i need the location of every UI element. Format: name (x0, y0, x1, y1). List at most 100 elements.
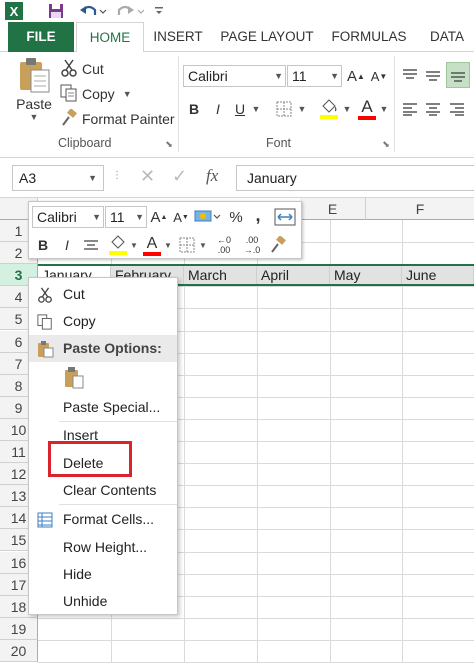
shrink-font-icon[interactable]: A ▼ (369, 65, 389, 87)
tab-formulas[interactable]: FORMULAS (326, 22, 412, 52)
cut-button[interactable]: Cut (60, 58, 104, 80)
paste-button[interactable]: Paste ▼ (14, 56, 54, 130)
copy-button[interactable]: Copy ▼ (60, 83, 132, 105)
cell[interactable]: May (330, 266, 402, 285)
underline-button[interactable]: U (230, 98, 250, 120)
chevron-down-icon[interactable]: ▼ (129, 234, 139, 256)
mini-borders-icon[interactable] (177, 234, 197, 256)
align-center-icon[interactable] (80, 234, 102, 256)
format-painter-button[interactable]: Format Painter (60, 107, 175, 130)
increase-decimal-button[interactable]: ←0.00 (211, 233, 237, 257)
align-middle-icon[interactable] (423, 64, 443, 86)
tab-page-layout[interactable]: PAGE LAYOUT (218, 22, 316, 52)
percent-style-button[interactable]: % (227, 206, 245, 228)
format-cells-icon (35, 510, 55, 530)
scissors-icon (35, 285, 55, 305)
mini-font-name-select[interactable]: Calibri ▼ (32, 206, 104, 228)
customize-qat-icon[interactable] (152, 2, 166, 20)
menu-item-cut[interactable]: Cut (29, 281, 177, 308)
grow-font-icon[interactable]: A ▲ (346, 65, 366, 87)
cell[interactable]: June (402, 266, 474, 285)
column-header-e[interactable]: E (300, 198, 366, 220)
chevron-down-icon[interactable]: ▼ (341, 98, 353, 120)
mini-font-color-icon[interactable]: A (141, 232, 163, 258)
mini-italic-button[interactable]: I (58, 234, 76, 256)
gridline (184, 220, 185, 662)
copy-label: Copy (82, 86, 115, 102)
menu-item-clear-contents[interactable]: Clear Contents (29, 477, 177, 504)
row-header[interactable]: 20 (0, 639, 38, 662)
align-bottom-icon[interactable] (446, 62, 470, 88)
resize-handle-icon[interactable]: ⋮ (112, 170, 122, 181)
formula-input[interactable]: January (236, 165, 474, 191)
menu-item-label: Clear Contents (63, 482, 157, 498)
decrease-decimal-button[interactable]: .00 →.0 (239, 233, 265, 257)
font-name-select[interactable]: Calibri ▼ (183, 65, 286, 87)
chevron-down-icon[interactable]: ▼ (296, 98, 308, 120)
italic-button[interactable]: I (208, 98, 228, 120)
menu-item-label: Hide (63, 566, 92, 582)
save-icon[interactable] (46, 2, 66, 20)
ribbon-tabs: FILE HOME INSERT PAGE LAYOUT FORMULAS DA… (0, 22, 474, 53)
align-center-icon[interactable] (423, 98, 443, 120)
name-box[interactable]: A3 ▼ (12, 165, 104, 191)
menu-item-label: Copy (63, 313, 96, 329)
gridline (402, 220, 403, 662)
copy-icon (35, 312, 55, 332)
redo-icon[interactable] (116, 2, 146, 20)
shrink-font-icon[interactable]: A ▼ (171, 206, 191, 228)
chevron-down-icon[interactable]: ▼ (198, 234, 208, 256)
enter-icon[interactable]: ✓ (172, 166, 187, 187)
group-separator (394, 56, 395, 152)
paste-option-button[interactable] (63, 366, 87, 392)
menu-item-copy[interactable]: Copy (29, 308, 177, 335)
paintbrush-icon[interactable] (267, 234, 289, 256)
menu-item-label: Unhide (63, 593, 108, 609)
mini-font-size-select[interactable]: 11 ▼ (105, 206, 147, 228)
tab-insert[interactable]: INSERT (148, 22, 208, 52)
insert-function-button[interactable]: fx (206, 166, 218, 186)
dialog-launcher-icon[interactable]: ⬊ (163, 138, 175, 150)
align-left-icon[interactable] (400, 98, 420, 120)
chevron-down-icon[interactable]: ▼ (378, 98, 390, 120)
undo-icon[interactable] (78, 2, 108, 20)
row-header[interactable]: 19 (0, 617, 38, 640)
font-color-icon[interactable]: A (356, 96, 378, 122)
chevron-down-icon: ▼ (92, 212, 101, 222)
cancel-icon[interactable]: ✕ (140, 166, 155, 187)
cell[interactable]: April (257, 266, 330, 285)
chevron-down-icon[interactable]: ▼ (250, 98, 262, 120)
merge-center-icon[interactable] (273, 206, 297, 228)
column-header-f[interactable]: F (366, 198, 474, 220)
mini-fill-color-icon[interactable] (107, 232, 129, 258)
menu-item-row-height[interactable]: Row Height... (29, 534, 177, 561)
accounting-format-icon[interactable] (193, 206, 223, 228)
grow-font-icon[interactable]: A ▲ (149, 206, 169, 228)
scissors-icon (60, 59, 80, 80)
fill-color-icon[interactable] (318, 96, 340, 122)
chevron-down-icon: ▼ (330, 71, 339, 81)
menu-item-label: Row Height... (63, 539, 148, 555)
comma-style-button[interactable]: , (251, 204, 265, 226)
bold-button[interactable]: B (184, 98, 204, 120)
menu-item-unhide[interactable]: Unhide (29, 588, 177, 615)
tab-data[interactable]: DATA (420, 22, 474, 52)
chevron-down-icon: ▼ (274, 71, 283, 81)
mini-bold-button[interactable]: B (34, 234, 52, 256)
menu-item-paste-special[interactable]: Paste Special... (29, 394, 177, 421)
dialog-launcher-icon[interactable]: ⬊ (380, 138, 392, 150)
align-right-icon[interactable] (447, 98, 467, 120)
group-separator (178, 56, 179, 152)
tab-home[interactable]: HOME (76, 22, 144, 53)
align-top-icon[interactable] (400, 64, 420, 86)
delete-highlight-box (48, 441, 132, 477)
tab-file[interactable]: FILE (8, 22, 74, 52)
font-size-select[interactable]: 11 ▼ (287, 65, 342, 87)
borders-icon[interactable] (274, 98, 294, 120)
copy-icon (60, 84, 80, 105)
menu-item-format-cells[interactable]: Format Cells... (29, 506, 177, 533)
quick-access-toolbar: X (0, 0, 474, 22)
menu-item-hide[interactable]: Hide (29, 561, 177, 588)
cell[interactable]: March (184, 266, 257, 285)
chevron-down-icon[interactable]: ▼ (163, 234, 173, 256)
